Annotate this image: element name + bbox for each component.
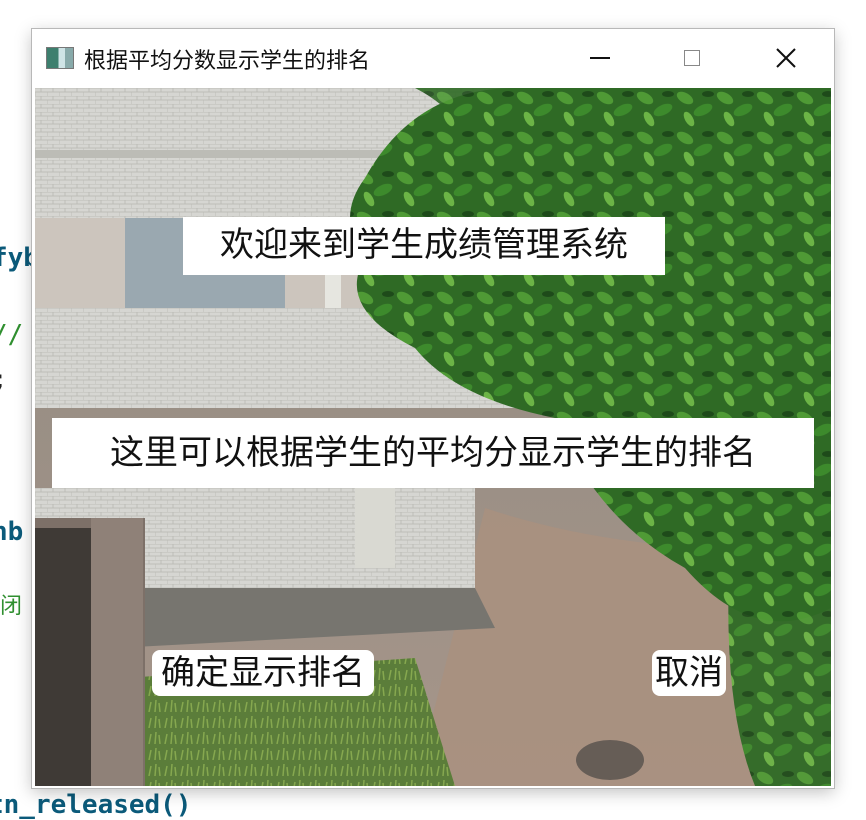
app-icon	[46, 47, 74, 69]
code-fragment-5: 闭	[0, 594, 23, 619]
title-bar[interactable]: 根据平均分数显示学生的排名	[32, 29, 834, 87]
maximize-icon	[684, 50, 700, 66]
welcome-label: 欢迎来到学生成绩管理系统	[183, 217, 665, 275]
code-fragment-2: //	[0, 320, 24, 350]
code-fragment-3: ;	[0, 365, 8, 395]
maximize-button[interactable]	[657, 29, 727, 87]
dialog-content: 欢迎来到学生成绩管理系统 这里可以根据学生的平均分显示学生的排名 确定显示排名 …	[35, 88, 831, 786]
dialog-window: 根据平均分数显示学生的排名 欢迎来到学生成绩管理系统 这里可以根据学生的平均分显…	[32, 29, 834, 788]
code-fragment-4: hb	[0, 517, 24, 547]
minimize-button[interactable]	[565, 29, 635, 87]
close-button[interactable]	[751, 29, 821, 87]
code-fragment-6: tn_released()	[0, 790, 192, 820]
cancel-button[interactable]: 取消	[652, 650, 726, 696]
window-title: 根据平均分数显示学生的排名	[84, 49, 371, 74]
close-icon	[776, 48, 796, 68]
confirm-ranking-button[interactable]: 确定显示排名	[152, 650, 374, 696]
minimize-icon	[590, 57, 610, 59]
description-label: 这里可以根据学生的平均分显示学生的排名	[52, 418, 814, 488]
